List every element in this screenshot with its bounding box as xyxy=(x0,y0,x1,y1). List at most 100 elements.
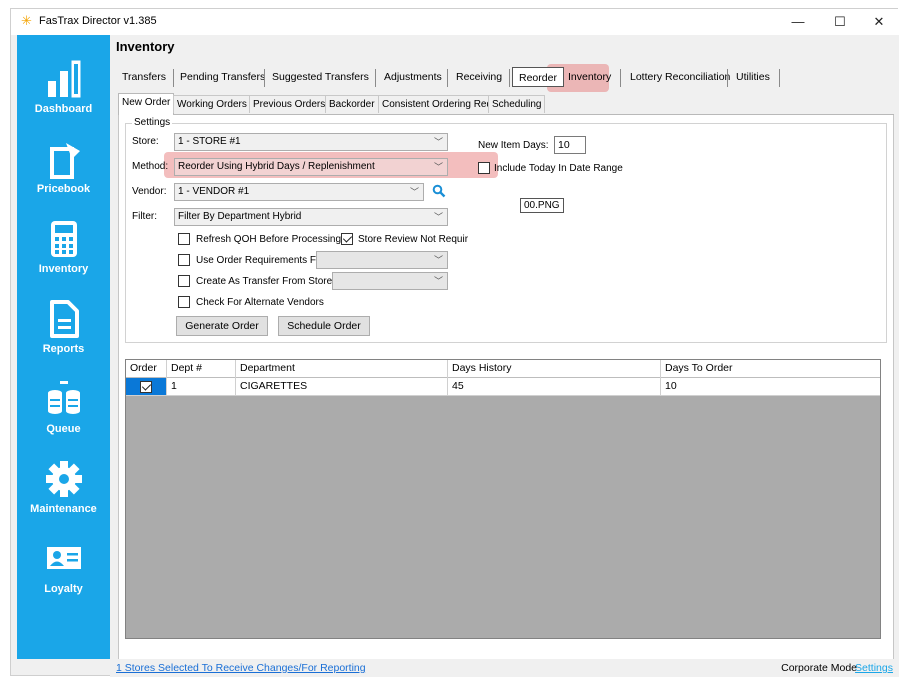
tab-separator xyxy=(447,69,448,87)
grid-header: Order Dept # Department Days History Day… xyxy=(126,360,880,378)
tab-adjustments[interactable]: Adjustments xyxy=(378,67,448,87)
order-checkbox[interactable] xyxy=(140,381,152,393)
app-logo-icon: ✳ xyxy=(21,13,32,28)
tag-icon xyxy=(50,143,80,179)
include-today-checkbox[interactable] xyxy=(478,162,490,174)
sidebar-item-queue[interactable]: Queue xyxy=(17,379,110,459)
chevron-down-icon: ﹀ xyxy=(433,137,443,147)
column-header-days-history[interactable]: Days History xyxy=(448,360,661,378)
tab-working-orders[interactable]: Working Orders xyxy=(173,95,251,113)
tab-separator xyxy=(727,69,728,87)
chevron-down-icon: ﹀ xyxy=(433,162,443,172)
dept-cell[interactable]: 1 xyxy=(167,378,236,396)
new-item-days-label: New Item Days: xyxy=(478,140,549,151)
order-requirements-select[interactable]: ﹀ xyxy=(316,251,448,269)
sub-tab-bar: New Order Working Orders Previous Orders… xyxy=(118,91,894,115)
sidebar-label-loyalty: Loyalty xyxy=(44,583,83,595)
tab-transfers[interactable]: Transfers xyxy=(116,67,172,87)
settings-link[interactable]: Settings xyxy=(855,662,893,674)
id-card-icon xyxy=(47,547,81,569)
check-alt-vendors-label: Check For Alternate Vendors xyxy=(196,297,324,308)
bar-chart-icon xyxy=(48,60,81,98)
tab-separator xyxy=(375,69,376,87)
tab-receiving[interactable]: Receiving xyxy=(450,67,508,87)
sidebar-item-inventory[interactable]: Inventory xyxy=(17,219,110,299)
column-header-order[interactable]: Order xyxy=(126,360,167,378)
tab-new-order[interactable]: New Order xyxy=(118,93,175,115)
sidebar-item-dashboard[interactable]: Dashboard xyxy=(17,59,110,139)
sidebar-item-pricebook[interactable]: Pricebook xyxy=(17,139,110,219)
transfer-store-select[interactable]: ﹀ xyxy=(332,272,448,290)
tab-separator xyxy=(509,69,510,87)
tab-separator xyxy=(620,69,621,87)
tab-inventory[interactable]: Inventory xyxy=(562,67,617,87)
maximize-button[interactable]: ☐ xyxy=(820,11,860,33)
sidebar: Dashboard Pricebook Inventory Reports Qu… xyxy=(17,35,110,659)
settings-group: Settings Store: 1 - STORE #1 ﹀ Method: R… xyxy=(125,117,887,343)
filter-select-value: Filter By Department Hybrid xyxy=(178,211,302,222)
tab-scheduling[interactable]: Scheduling xyxy=(488,95,546,113)
filter-select[interactable]: Filter By Department Hybrid ﹀ xyxy=(174,208,448,226)
vendor-label: Vendor: xyxy=(132,186,167,197)
include-today-label: Include Today In Date Range xyxy=(494,163,623,174)
store-select[interactable]: 1 - STORE #1 ﹀ xyxy=(174,133,448,151)
method-select[interactable]: Reorder Using Hybrid Days / Replenishmen… xyxy=(174,158,448,176)
generate-order-button[interactable]: Generate Order xyxy=(176,316,268,336)
status-bar: 1 Stores Selected To Receive Changes/For… xyxy=(110,659,899,677)
tab-pending-transfers[interactable]: Pending Transfers xyxy=(174,67,271,87)
method-label: Method: xyxy=(132,161,169,172)
tab-consistent-ordering-req[interactable]: Consistent Ordering Req xyxy=(378,95,497,113)
sidebar-label-queue: Queue xyxy=(46,423,81,435)
search-icon[interactable] xyxy=(432,184,446,198)
department-grid: Order Dept # Department Days History Day… xyxy=(125,359,881,639)
tab-lottery-reconciliation[interactable]: Lottery Reconciliation xyxy=(624,67,736,87)
store-label: Store: xyxy=(132,136,159,147)
sidebar-label-maintenance: Maintenance xyxy=(30,503,97,515)
page-title: Inventory xyxy=(116,39,175,54)
chevron-down-icon: ﹀ xyxy=(433,276,443,286)
title-bar: ✳ FasTrax Director v1.385 — ☐ ✕ xyxy=(11,9,899,35)
sidebar-item-reports[interactable]: Reports xyxy=(17,299,110,379)
department-cell[interactable]: CIGARETTES xyxy=(236,378,448,396)
days-to-order-cell[interactable]: 10 xyxy=(661,378,880,396)
sidebar-label-reports: Reports xyxy=(42,343,85,355)
tab-suggested-transfers[interactable]: Suggested Transfers xyxy=(266,67,375,87)
close-button[interactable]: ✕ xyxy=(859,11,899,33)
app-window: ✳ FasTrax Director v1.385 — ☐ ✕ Dashboar… xyxy=(10,8,899,677)
refresh-qoh-checkbox[interactable] xyxy=(178,233,190,245)
new-item-days-input[interactable]: 10 xyxy=(554,136,586,154)
order-cell[interactable] xyxy=(126,378,167,396)
schedule-order-button[interactable]: Schedule Order xyxy=(278,316,370,336)
minimize-button[interactable]: — xyxy=(778,11,818,33)
main-content: Inventory Transfers Pending Transfers Su… xyxy=(110,35,899,673)
tab-separator xyxy=(779,69,780,87)
settings-legend: Settings xyxy=(132,117,173,128)
window-title: FasTrax Director v1.385 xyxy=(39,15,157,27)
tab-utilities[interactable]: Utilities xyxy=(730,67,776,87)
sidebar-item-maintenance[interactable]: Maintenance xyxy=(17,459,110,539)
sidebar-label-dashboard: Dashboard xyxy=(34,103,93,115)
column-header-department[interactable]: Department xyxy=(236,360,448,378)
refresh-qoh-label: Refresh QOH Before Processing xyxy=(196,234,342,245)
store-review-checkbox[interactable] xyxy=(341,233,353,245)
corporate-mode-label: Corporate Mode xyxy=(781,662,857,674)
table-row[interactable]: 1 CIGARETTES 45 10 xyxy=(126,378,880,396)
tab-backorder[interactable]: Backorder xyxy=(325,95,379,113)
create-transfer-checkbox[interactable] xyxy=(178,275,190,287)
database-icon xyxy=(48,381,80,414)
vendor-select[interactable]: 1 - VENDOR #1 ﹀ xyxy=(174,183,424,201)
days-history-cell[interactable]: 45 xyxy=(448,378,661,396)
vendor-select-value: 1 - VENDOR #1 xyxy=(178,186,250,197)
check-alt-vendors-checkbox[interactable] xyxy=(178,296,190,308)
sidebar-item-loyalty[interactable]: Loyalty xyxy=(17,539,110,619)
column-header-dept[interactable]: Dept # xyxy=(167,360,236,378)
tab-reorder[interactable]: Reorder xyxy=(512,67,564,87)
calculator-icon xyxy=(51,221,77,257)
stores-selected-link[interactable]: 1 Stores Selected To Receive Changes/For… xyxy=(116,662,366,674)
column-header-days-to-order[interactable]: Days To Order xyxy=(661,360,880,378)
filename-tooltip: 00.PNG xyxy=(520,198,564,213)
use-order-req-checkbox[interactable] xyxy=(178,254,190,266)
gear-icon xyxy=(46,461,82,497)
store-select-value: 1 - STORE #1 xyxy=(178,136,241,147)
tab-previous-orders[interactable]: Previous Orders xyxy=(249,95,330,113)
